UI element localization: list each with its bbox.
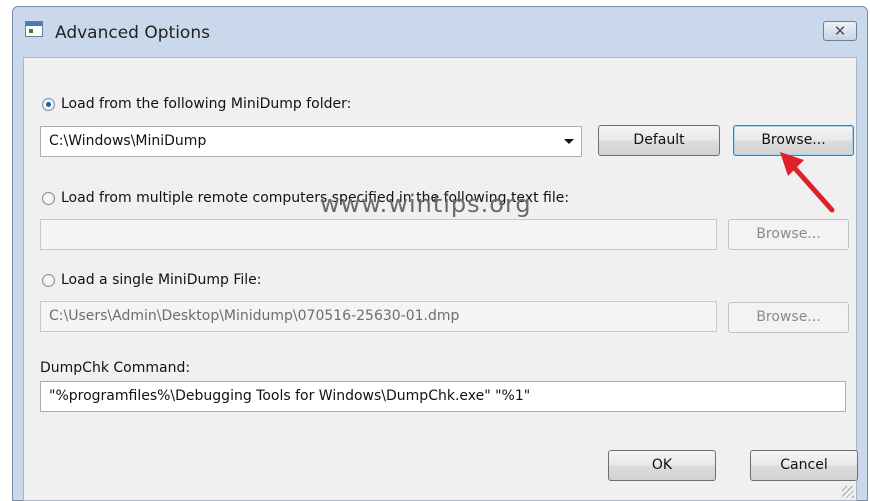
app-window-icon (25, 21, 43, 37)
close-button[interactable]: ✕ (823, 21, 857, 41)
red-arrow-annotation-icon (780, 152, 835, 213)
default-button[interactable]: Default (598, 125, 720, 156)
radio-button-checked[interactable] (42, 97, 55, 111)
minidump-folder-combobox[interactable]: C:\Windows\MiniDump (40, 126, 582, 157)
radio-single-file[interactable]: Load a single MiniDump File: (42, 272, 261, 288)
dialog-body: Load from the following MiniDump folder:… (23, 57, 858, 501)
dumpchk-command-input[interactable]: "%programfiles%\Debugging Tools for Wind… (40, 381, 846, 412)
minidump-folder-value: C:\Windows\MiniDump (49, 133, 207, 149)
chevron-down-icon[interactable] (564, 139, 574, 144)
remote-computers-file-field[interactable] (40, 219, 717, 250)
advanced-options-dialog: Advanced Options ✕ Load from the followi… (12, 6, 868, 501)
radio-single-file-label: Load a single MiniDump File: (61, 272, 262, 288)
radio-minidump-folder-label: Load from the following MiniDump folder: (61, 96, 352, 112)
radio-button[interactable] (42, 191, 55, 205)
cancel-button[interactable]: Cancel (750, 450, 858, 481)
browse-single-file-button[interactable]: Browse... (728, 302, 849, 333)
ok-button[interactable]: OK (608, 450, 716, 481)
watermark-text: www.wintips.org (320, 190, 532, 218)
radio-minidump-folder[interactable]: Load from the following MiniDump folder: (42, 96, 351, 112)
resize-grip-icon[interactable] (842, 486, 854, 498)
dumpchk-command-label: DumpChk Command: (40, 360, 191, 376)
browse-remote-computers-button[interactable]: Browse... (728, 219, 849, 250)
single-minidump-file-field[interactable]: C:\Users\Admin\Desktop\Minidump\070516-2… (40, 301, 717, 332)
title-bar[interactable]: Advanced Options ✕ (13, 7, 867, 55)
dialog-title: Advanced Options (55, 23, 210, 43)
radio-button[interactable] (42, 273, 55, 287)
